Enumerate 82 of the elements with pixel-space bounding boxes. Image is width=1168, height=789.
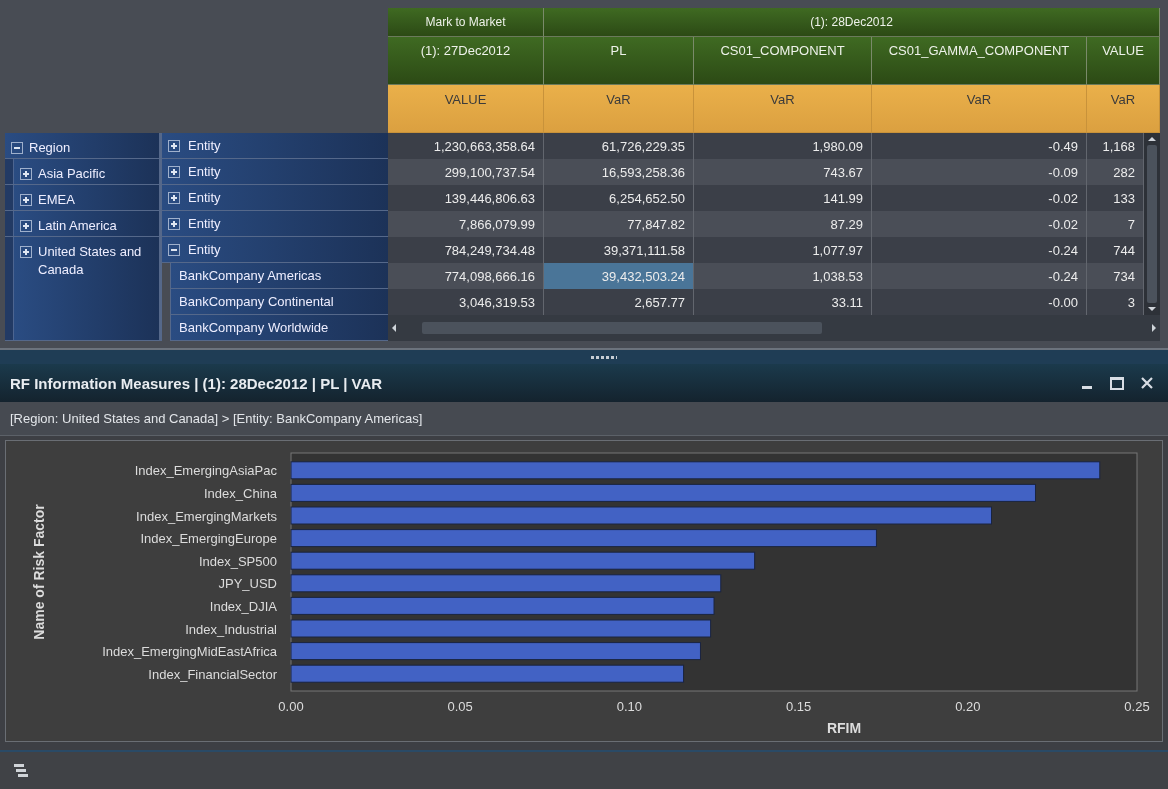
tick-label: 0.05 bbox=[447, 699, 473, 714]
expand-icon[interactable] bbox=[168, 217, 180, 230]
collapse-icon[interactable] bbox=[168, 243, 180, 256]
vertical-scrollbar[interactable] bbox=[1144, 133, 1160, 315]
column-header[interactable]: (1): 27Dec2012 bbox=[388, 37, 544, 85]
tick-label: 0.15 bbox=[785, 699, 812, 714]
column-group-header: (1): 28Dec2012 bbox=[544, 8, 1160, 37]
axis-title: Name of Risk Factor bbox=[31, 504, 47, 640]
tick-label: 0.00 bbox=[278, 699, 304, 714]
column-header[interactable]: CS01_COMPONENT bbox=[694, 37, 872, 85]
category-label: Index_EmergingAsiaPac bbox=[134, 463, 277, 479]
maximize-icon[interactable] bbox=[1110, 376, 1124, 390]
region-row-header[interactable]: EMEA bbox=[13, 185, 159, 210]
entity-row-header[interactable]: BankCompany Americas bbox=[170, 263, 388, 289]
table-cell[interactable]: 3 bbox=[1087, 289, 1144, 315]
table-cell[interactable]: 141.99 bbox=[694, 185, 872, 211]
column-header[interactable]: VALUE bbox=[1087, 37, 1160, 85]
entity-row-header[interactable]: Entity bbox=[162, 211, 388, 237]
table-cell[interactable]: 3,046,319.53 bbox=[388, 289, 544, 315]
entity-row-header[interactable]: Entity bbox=[162, 185, 388, 211]
windows-icon[interactable] bbox=[14, 763, 28, 778]
category-label: Index_EmergingMidEastAfrica bbox=[102, 644, 277, 660]
table-cell[interactable]: 1,230,663,358.64 bbox=[388, 133, 544, 159]
expand-icon[interactable] bbox=[20, 168, 32, 180]
measure-header: VaR bbox=[872, 85, 1087, 133]
table-cell[interactable]: 1,980.09 bbox=[694, 133, 872, 159]
table-cell[interactable]: 2,657.77 bbox=[544, 289, 694, 315]
panel-title: RF Information Measures | (1): 28Dec2012 | PL | VAR bbox=[10, 374, 383, 392]
entity-row-header[interactable]: BankCompany Worldwide bbox=[170, 315, 388, 341]
splitter-grip-icon[interactable] bbox=[591, 355, 617, 359]
table-cell[interactable]: -0.24 bbox=[872, 237, 1087, 263]
tick-label: 0.10 bbox=[616, 699, 643, 714]
breadcrumb: [Region: United States and Canada] > [Entity: BankCompany Americas] bbox=[10, 411, 423, 426]
close-icon[interactable] bbox=[1140, 376, 1154, 390]
region-row-header[interactable]: United States and Canada bbox=[13, 237, 159, 340]
region-row-header[interactable]: Region bbox=[5, 133, 159, 158]
tick-label: 0.25 bbox=[1124, 699, 1150, 714]
column-group-header: Mark to Market bbox=[388, 8, 544, 37]
table-cell[interactable]: 6,254,652.50 bbox=[544, 185, 694, 211]
measure-header: VaR bbox=[694, 85, 872, 133]
entity-row-header[interactable]: Entity bbox=[162, 133, 388, 159]
category-label: JPY_USD bbox=[218, 576, 277, 592]
region-row-header[interactable]: Asia Pacific bbox=[13, 159, 159, 184]
expand-icon[interactable] bbox=[168, 191, 180, 204]
expand-icon[interactable] bbox=[168, 139, 180, 152]
table-cell[interactable]: 39,371,111.58 bbox=[544, 237, 694, 263]
collapse-icon[interactable] bbox=[11, 142, 23, 154]
category-label: Index_EmergingMarkets bbox=[136, 508, 277, 524]
table-cell[interactable]: 139,446,806.63 bbox=[388, 185, 544, 211]
table-cell[interactable]: 1,077.97 bbox=[694, 237, 872, 263]
table-cell[interactable]: -0.00 bbox=[872, 289, 1087, 315]
entity-row-header[interactable]: BankCompany Continental bbox=[170, 289, 388, 315]
table-cell[interactable]: 784,249,734.48 bbox=[388, 237, 544, 263]
category-label: Index_DJIA bbox=[209, 598, 277, 614]
measure-header: VALUE bbox=[388, 85, 544, 133]
entity-row-header[interactable]: Entity bbox=[162, 159, 388, 185]
column-header[interactable]: PL bbox=[544, 37, 694, 85]
table-cell[interactable]: 61,726,229.35 bbox=[544, 133, 694, 159]
expand-icon[interactable] bbox=[20, 194, 32, 206]
table-cell[interactable]: 744 bbox=[1087, 237, 1144, 263]
category-label: Index_China bbox=[204, 485, 277, 501]
table-cell[interactable]: 133 bbox=[1087, 185, 1144, 211]
expand-icon[interactable] bbox=[168, 165, 180, 178]
column-header[interactable]: CS01_GAMMA_COMPONENT bbox=[872, 37, 1087, 85]
category-label: Index_EmergingEurope bbox=[140, 531, 277, 547]
table-cell[interactable]: 1,168 bbox=[1087, 133, 1144, 159]
table-cell[interactable]: 39,432,503.24 bbox=[544, 263, 694, 289]
category-label: Index_SP500 bbox=[198, 553, 277, 569]
category-label: Index_FinancialSector bbox=[148, 666, 277, 682]
measure-header: VaR bbox=[544, 85, 694, 133]
axis-title: RFIM bbox=[826, 720, 862, 736]
table-cell[interactable]: -0.02 bbox=[872, 185, 1087, 211]
horizontal-scrollbar[interactable] bbox=[388, 315, 1160, 341]
entity-row-header[interactable]: Entity bbox=[162, 237, 388, 263]
expand-icon[interactable] bbox=[20, 220, 32, 232]
category-label: Index_Industrial bbox=[185, 621, 277, 637]
region-row-header[interactable]: Latin America bbox=[13, 211, 159, 236]
measure-header: VaR bbox=[1087, 85, 1160, 133]
tick-label: 0.20 bbox=[955, 699, 981, 714]
expand-icon[interactable] bbox=[20, 246, 32, 258]
table-cell[interactable]: 33.11 bbox=[694, 289, 872, 315]
table-cell[interactable]: -0.49 bbox=[872, 133, 1087, 159]
